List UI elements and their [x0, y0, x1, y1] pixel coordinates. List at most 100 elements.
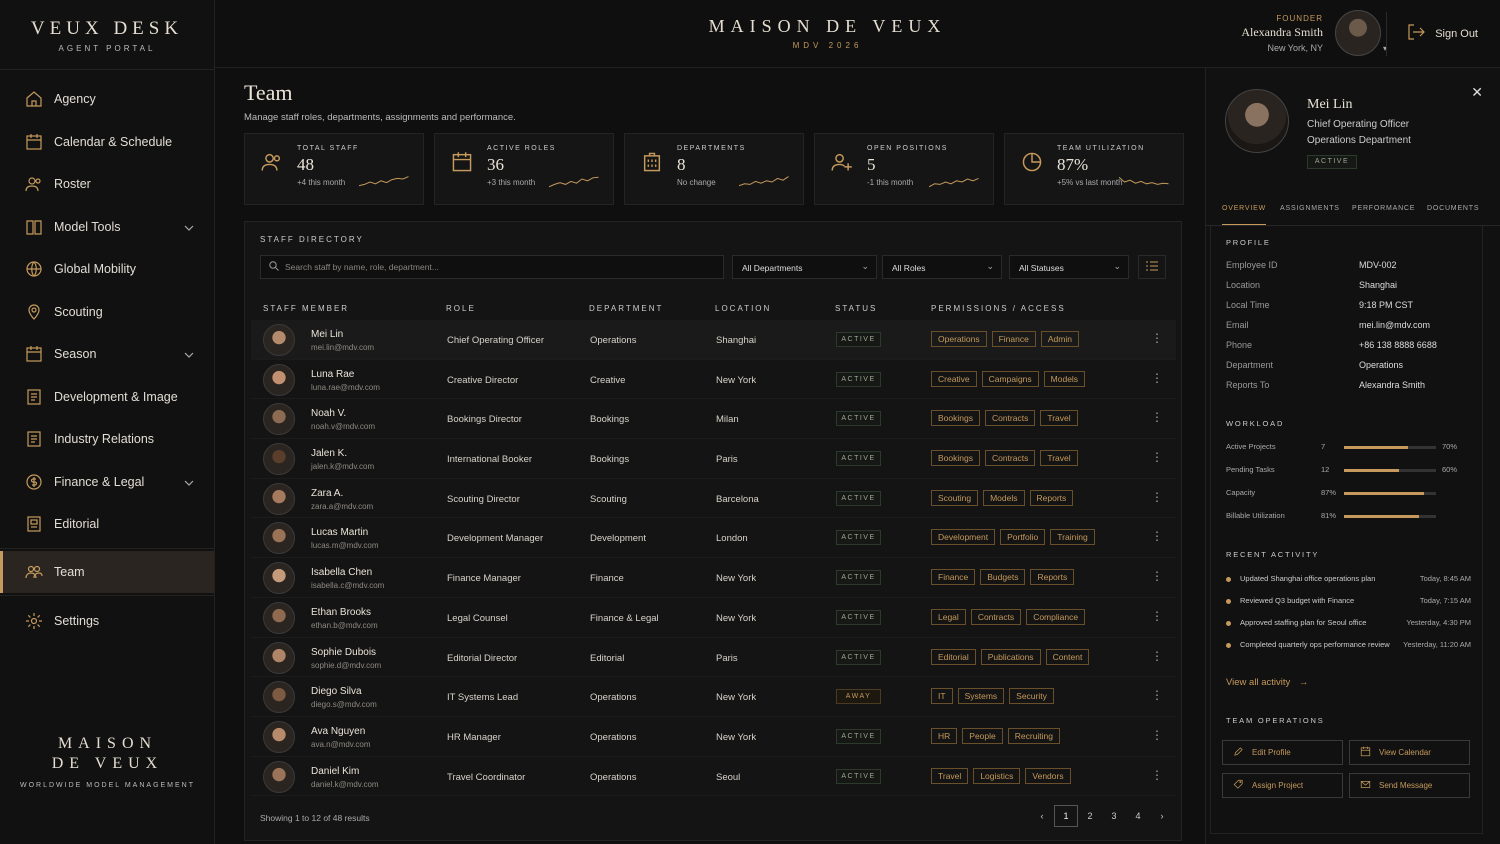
table-row[interactable]: Mei Lin mei.lin@mdv.com Chief Operating Of… — [251, 320, 1176, 360]
department-filter[interactable]: All Departments ⌄ — [732, 255, 877, 279]
view-calendar-button[interactable]: View Calendar — [1349, 740, 1470, 765]
chevron-down-icon[interactable] — [184, 347, 194, 361]
sign-out-button[interactable]: Sign Out — [1407, 24, 1478, 43]
sidebar-item-agency[interactable]: Agency — [0, 78, 214, 121]
sidebar-item-season[interactable]: Season — [0, 333, 214, 376]
view-all-activity-link[interactable]: View all activity → — [1226, 677, 1308, 688]
chevron-down-icon[interactable] — [184, 220, 194, 234]
table-row[interactable]: Jalen K. jalen.k@mdv.com International Boo… — [251, 439, 1176, 479]
permission-tag[interactable]: Finance — [991, 331, 1036, 347]
permission-tag[interactable]: Security — [1009, 688, 1054, 705]
permission-tag[interactable]: Contracts — [984, 450, 1036, 467]
permission-tag[interactable]: Campaigns — [981, 370, 1039, 387]
edit-profile-button[interactable]: Edit Profile — [1222, 740, 1343, 765]
close-icon[interactable]: ✕ — [1471, 84, 1483, 101]
page-button[interactable]: 4 — [1126, 805, 1150, 827]
page-button[interactable]: 3 — [1102, 805, 1126, 827]
more-options-icon[interactable]: ⋮ — [1151, 609, 1163, 623]
tab-performance[interactable]: PERFORMANCE — [1352, 205, 1415, 212]
permission-tag[interactable]: Contracts — [984, 410, 1036, 427]
permission-tag[interactable]: Training — [1050, 529, 1095, 546]
chevron-down-icon[interactable] — [184, 475, 194, 489]
tab-documents[interactable]: DOCUMENTS — [1427, 205, 1479, 212]
status-filter[interactable]: All Statuses ⌄ — [1009, 255, 1129, 279]
permission-tag[interactable]: Recruiting — [1007, 727, 1061, 744]
permission-tag[interactable]: Operations — [931, 331, 987, 347]
user-avatar[interactable] — [1334, 10, 1381, 56]
permission-tag[interactable]: Budgets — [980, 569, 1026, 586]
more-options-icon[interactable]: ⋮ — [1151, 490, 1163, 504]
more-options-icon[interactable]: ⋮ — [1151, 410, 1163, 424]
permission-tag[interactable]: Portfolio — [1000, 529, 1046, 546]
send-message-button[interactable]: Send Message — [1349, 773, 1470, 798]
permission-tag[interactable]: Bookings — [931, 450, 980, 467]
permission-tag[interactable]: Content — [1045, 648, 1090, 665]
tab-assignments[interactable]: ASSIGNMENTS — [1280, 205, 1340, 212]
tab-overview[interactable]: OVERVIEW — [1222, 205, 1267, 225]
permission-tag[interactable]: Editorial — [931, 648, 976, 665]
role-filter[interactable]: All Roles ⌄ — [882, 255, 1002, 279]
permission-tag[interactable]: Finance — [931, 569, 976, 586]
permission-tag[interactable]: Legal — [931, 608, 966, 625]
permission-tag[interactable]: Models — [1043, 370, 1086, 387]
table-row[interactable]: Diego Silva diego.s@mdv.com IT Systems Lea… — [251, 677, 1176, 717]
permission-tag[interactable]: Travel — [1040, 410, 1078, 427]
permission-tag[interactable]: Admin — [1040, 331, 1079, 347]
permission-tag[interactable]: Travel — [1040, 450, 1078, 467]
table-row[interactable]: Daniel Kim daniel.k@mdv.com Travel Coordin… — [251, 757, 1176, 797]
permission-tag[interactable]: Publications — [980, 648, 1041, 665]
more-options-icon[interactable]: ⋮ — [1151, 529, 1163, 543]
sidebar-item-model-tools[interactable]: Model Tools — [0, 206, 214, 249]
more-options-icon[interactable]: ⋮ — [1151, 331, 1163, 345]
sidebar-item-development-image[interactable]: Development & Image — [0, 376, 214, 419]
sidebar-item-roster[interactable]: Roster — [0, 163, 214, 206]
table-row[interactable]: Lucas Martin lucas.m@mdv.com Development M… — [251, 518, 1176, 559]
table-row[interactable]: Sophie Dubois sophie.d@mdv.com Editorial D… — [251, 638, 1176, 678]
permission-tag[interactable]: Logistics — [973, 767, 1021, 784]
more-options-icon[interactable]: ⋮ — [1151, 649, 1163, 663]
user-menu[interactable]: FOUNDER Alexandra Smith New York, NY ▾ — [1241, 10, 1387, 56]
sidebar-item-calendar-schedule[interactable]: Calendar & Schedule — [0, 121, 214, 164]
search-input[interactable]: Search staff by name, role, department..… — [260, 255, 724, 279]
permission-tag[interactable]: Creative — [931, 370, 977, 387]
more-options-icon[interactable]: ⋮ — [1151, 569, 1163, 583]
sidebar-item-industry-relations[interactable]: Industry Relations — [0, 418, 214, 461]
permission-tag[interactable]: Vendors — [1025, 767, 1071, 784]
permission-tag[interactable]: Reports — [1030, 569, 1075, 586]
chevron-right-icon[interactable]: › — [1150, 805, 1174, 827]
sidebar-item-settings[interactable]: Settings — [0, 600, 214, 643]
permission-tag[interactable]: Bookings — [931, 410, 980, 427]
permission-tag[interactable]: Models — [983, 489, 1025, 506]
table-row[interactable]: Luna Rae luna.rae@mdv.com Creative Directo… — [251, 360, 1176, 400]
more-options-icon[interactable]: ⋮ — [1151, 728, 1163, 742]
assign-project-button[interactable]: Assign Project — [1222, 773, 1343, 798]
more-options-icon[interactable]: ⋮ — [1151, 450, 1163, 464]
sidebar-item-finance-legal[interactable]: Finance & Legal — [0, 461, 214, 504]
page-button[interactable]: 2 — [1078, 805, 1102, 827]
permission-tag[interactable]: Travel — [931, 767, 969, 784]
table-row[interactable]: Zara A. zara.a@mdv.com Scouting Director Sc… — [251, 479, 1176, 519]
table-row[interactable]: Noah V. noah.v@mdv.com Bookings Director Bo… — [251, 399, 1176, 440]
permission-tag[interactable]: Development — [931, 529, 996, 546]
permission-tag[interactable]: Contracts — [970, 608, 1022, 625]
permission-tag[interactable]: Reports — [1029, 489, 1074, 506]
sidebar-item-editorial[interactable]: Editorial — [0, 503, 214, 546]
permission-tag[interactable]: IT — [931, 688, 953, 705]
more-options-icon[interactable]: ⋮ — [1151, 371, 1163, 385]
sidebar-item-team[interactable]: Team — [0, 550, 214, 593]
list-view-button[interactable] — [1138, 255, 1166, 279]
permission-tag[interactable]: Compliance — [1026, 608, 1086, 625]
more-options-icon[interactable]: ⋮ — [1151, 768, 1163, 782]
chevron-left-icon[interactable]: ‹ — [1030, 805, 1054, 827]
table-row[interactable]: Ava Nguyen ava.n@mdv.com HR Manager Operati… — [251, 717, 1176, 757]
sidebar-item-scouting[interactable]: Scouting — [0, 291, 214, 334]
more-options-icon[interactable]: ⋮ — [1151, 688, 1163, 702]
permission-tag[interactable]: People — [962, 727, 1003, 744]
table-row[interactable]: Isabella Chen isabella.c@mdv.com Finance M… — [251, 558, 1176, 598]
sidebar-item-global-mobility[interactable]: Global Mobility — [0, 248, 214, 291]
table-row[interactable]: Ethan Brooks ethan.b@mdv.com Legal Counsel… — [251, 598, 1176, 638]
permission-tag[interactable]: Systems — [957, 688, 1005, 705]
permission-tag[interactable]: Scouting — [931, 489, 979, 506]
page-button[interactable]: 1 — [1054, 805, 1078, 827]
permission-tag[interactable]: HR — [931, 727, 958, 744]
